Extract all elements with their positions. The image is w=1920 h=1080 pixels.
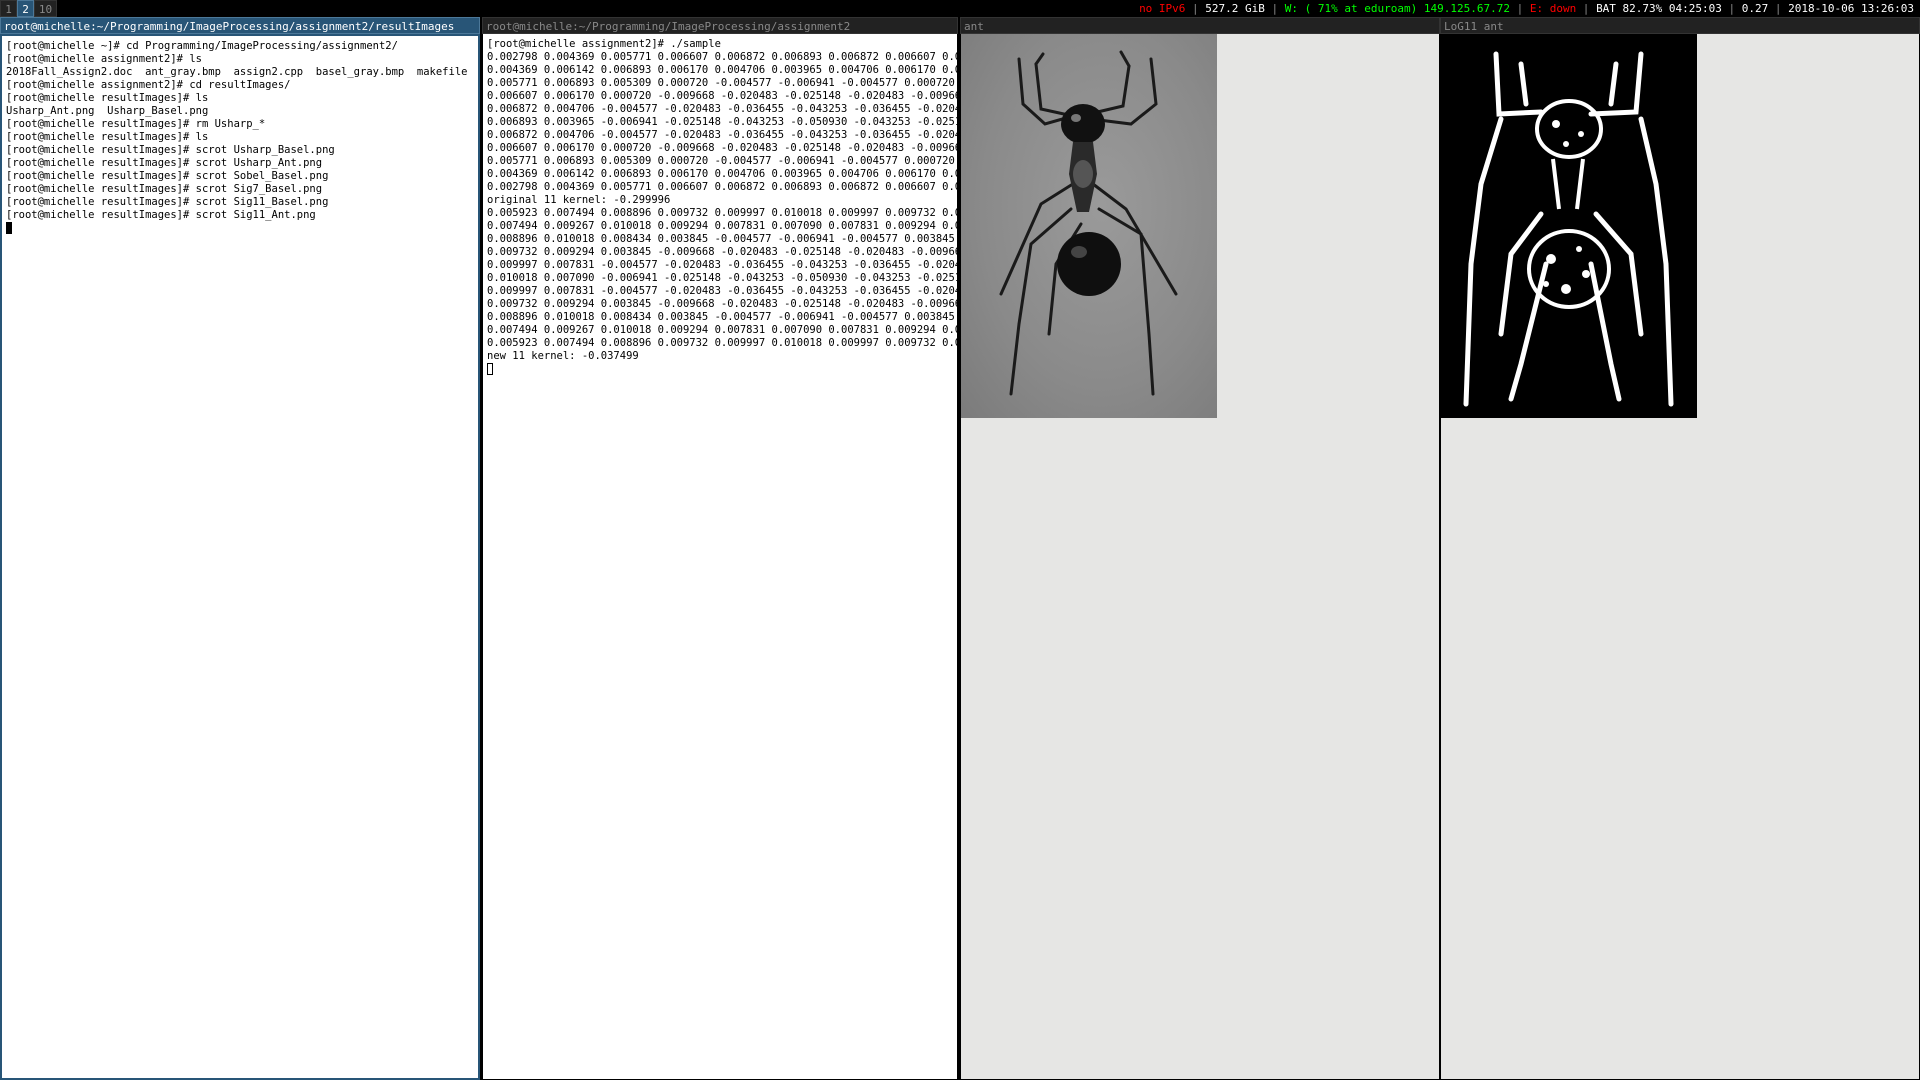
- terminal-line: [root@michelle ~]# cd Programming/ImageP…: [6, 40, 398, 52]
- window-title-bar[interactable]: LoG11 ant: [1440, 17, 1920, 34]
- image-viewport: [961, 34, 1439, 1079]
- terminal-prompt-line[interactable]: [6, 222, 474, 235]
- status-line: no IPv6 | 527.2 GiB | W: ( 71% at eduroa…: [1139, 2, 1914, 15]
- log11-ant-image: [1441, 34, 1697, 418]
- terminal-line: [root@michelle resultImages]# scrot Usha…: [6, 157, 323, 169]
- terminal-line: 2018Fall_Assign2.doc ant_gray.bmp assign…: [6, 66, 480, 78]
- terminal-output[interactable]: [root@michelle assignment2]# ./sample 0.0…: [483, 34, 957, 1079]
- text-cursor: [6, 222, 12, 234]
- terminal-output[interactable]: [root@michelle ~]# cd Programming/ImageP…: [0, 34, 480, 1080]
- terminal-line: [root@michelle resultImages]# scrot Sig7…: [6, 183, 323, 195]
- terminal-line: [root@michelle resultImages]# ls: [6, 131, 209, 143]
- terminal-line: [root@michelle assignment2]# ./sample: [487, 38, 721, 50]
- terminal-line: 0.006607 0.006170 0.000720 -0.009668 -0.…: [487, 142, 957, 154]
- terminal-line: Usharp_Ant.png Usharp_Basel.png: [6, 105, 209, 117]
- terminal-line: [root@michelle resultImages]# scrot Sobe…: [6, 170, 329, 182]
- terminal-line: [root@michelle resultImages]# rm Usharp_…: [6, 118, 266, 130]
- window-title-bar[interactable]: ant: [960, 17, 1440, 34]
- wireless-status: W: ( 71% at eduroam) 149.125.67.72: [1284, 2, 1510, 15]
- terminal-line: [root@michelle resultImages]# scrot Sig1…: [6, 196, 329, 208]
- terminal-line: new 11 kernel: -0.037499: [487, 350, 639, 362]
- terminal-line: [root@michelle resultImages]# ls: [6, 92, 209, 104]
- image-viewport: [1441, 34, 1919, 1079]
- terminal-line: 0.004369 0.006142 0.006893 0.006170 0.00…: [487, 64, 957, 76]
- terminal-line: 0.006872 0.004706 -0.004577 -0.020483 -0…: [487, 103, 957, 115]
- terminal-line: 0.005923 0.007494 0.008896 0.009732 0.00…: [487, 337, 957, 349]
- window-title-bar[interactable]: root@michelle:~/Programming/ImageProcess…: [482, 17, 958, 34]
- ant-photo-graphic: [999, 50, 1178, 396]
- terminal-line: 0.005923 0.007494 0.008896 0.009732 0.00…: [487, 207, 957, 219]
- terminal-line: 0.007494 0.009267 0.010018 0.009294 0.00…: [487, 324, 957, 336]
- ipv6-status: no IPv6: [1139, 2, 1186, 15]
- window-title-bar[interactable]: root@michelle:~/Programming/ImageProcess…: [0, 17, 480, 34]
- terminal-prompt-line[interactable]: [487, 363, 953, 376]
- terminal-window-result-images[interactable]: root@michelle:~/Programming/ImageProcess…: [0, 17, 480, 1080]
- workspace-button-1[interactable]: 1: [0, 0, 17, 17]
- terminal-line: [root@michelle resultImages]# scrot Sig1…: [6, 209, 316, 221]
- terminal-line: 0.007494 0.009267 0.010018 0.009294 0.00…: [487, 220, 957, 232]
- terminal-line: 0.006893 0.003965 -0.006941 -0.025148 -0…: [487, 116, 957, 128]
- terminal-line: original 11 kernel: -0.299996: [487, 194, 671, 206]
- text-cursor: [487, 363, 493, 375]
- terminal-line: 0.009732 0.009294 0.003845 -0.009668 -0.…: [487, 298, 957, 310]
- datetime-status: 2018-10-06 13:26:03: [1788, 2, 1914, 15]
- image-window-log11-ant[interactable]: LoG11 ant: [1440, 17, 1920, 1080]
- terminal-line: 0.005771 0.006893 0.005309 0.000720 -0.0…: [487, 155, 957, 167]
- terminal-line: 0.010018 0.007090 -0.006941 -0.025148 -0…: [487, 272, 957, 284]
- terminal-line: 0.008896 0.010018 0.008434 0.003845 -0.0…: [487, 233, 957, 245]
- workspace-button-2[interactable]: 2: [17, 0, 34, 17]
- terminal-line: 0.009997 0.007831 -0.004577 -0.020483 -0…: [487, 285, 957, 297]
- terminal-line: 0.006872 0.004706 -0.004577 -0.020483 -0…: [487, 129, 957, 141]
- terminal-line: 0.002798 0.004369 0.005771 0.006607 0.00…: [487, 51, 957, 63]
- terminal-line: [root@michelle assignment2]# cd resultIm…: [6, 79, 291, 91]
- workspace-button-10[interactable]: 10: [34, 0, 57, 17]
- terminal-line: 0.002798 0.004369 0.005771 0.006607 0.00…: [487, 181, 957, 193]
- log11-ant-graphic: [1463, 51, 1674, 407]
- terminal-line: [root@michelle resultImages]# scrot Usha…: [6, 144, 335, 156]
- ant-photo: [961, 34, 1217, 418]
- terminal-line: [root@michelle assignment2]# ls: [6, 53, 202, 65]
- load-status: 0.27: [1741, 2, 1769, 15]
- terminal-line: 0.004369 0.006142 0.006893 0.006170 0.00…: [487, 168, 957, 180]
- image-window-ant[interactable]: ant: [960, 17, 1440, 1080]
- disk-status: 527.2 GiB: [1205, 2, 1265, 15]
- i3-status-bar: 1 2 10 no IPv6 | 527.2 GiB | W: ( 71% at…: [0, 0, 1920, 17]
- terminal-line: 0.008896 0.010018 0.008434 0.003845 -0.0…: [487, 311, 957, 323]
- ethernet-status: E: down: [1529, 2, 1577, 15]
- terminal-window-assignment2[interactable]: root@michelle:~/Programming/ImageProcess…: [482, 17, 958, 1080]
- terminal-line: 0.005771 0.006893 0.005309 0.000720 -0.0…: [487, 77, 957, 89]
- battery-status: BAT 82.73% 04:25:03: [1596, 2, 1722, 15]
- terminal-line: 0.009732 0.009294 0.003845 -0.009668 -0.…: [487, 246, 957, 258]
- terminal-line: 0.006607 0.006170 0.000720 -0.009668 -0.…: [487, 90, 957, 102]
- terminal-line: 0.009997 0.007831 -0.004577 -0.020483 -0…: [487, 259, 957, 271]
